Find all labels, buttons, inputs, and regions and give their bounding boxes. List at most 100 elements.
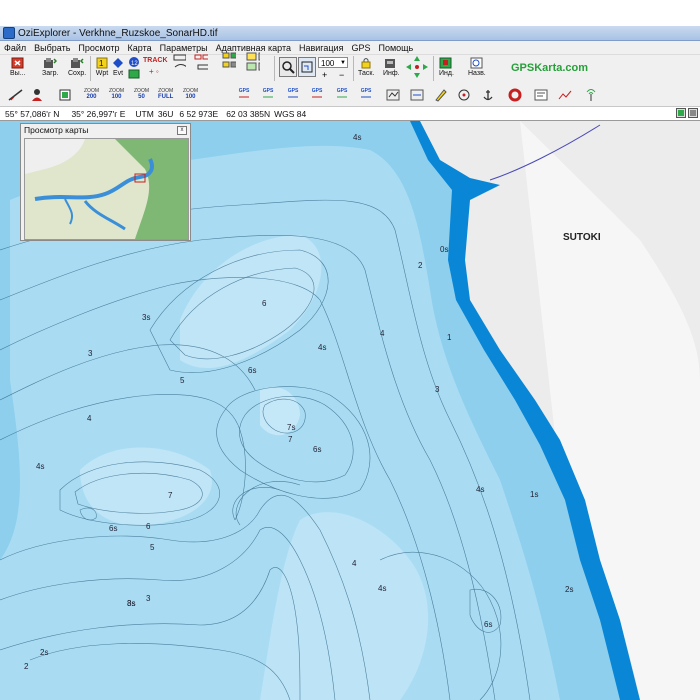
depth-label: 2 xyxy=(418,261,423,270)
depth-label: 6s xyxy=(484,620,492,629)
waypoint-label: Wpt xyxy=(95,70,109,77)
index-icon xyxy=(439,57,453,69)
menu-bar: Файл Выбрать Просмотр Карта Параметры Ад… xyxy=(0,41,700,54)
zoom-100-value: 100 xyxy=(111,94,122,100)
select-area-icon xyxy=(298,57,316,77)
draw-route-button[interactable] xyxy=(194,54,208,70)
save-button[interactable]: Сохр. xyxy=(68,57,86,78)
overview-window[interactable]: Просмотр карты x xyxy=(20,123,191,241)
event-button[interactable]: Evt xyxy=(111,57,125,78)
target-icon[interactable] xyxy=(458,89,470,104)
exit-label: Вы... xyxy=(10,70,26,77)
gps-button-1[interactable]: GPS xyxy=(238,88,250,100)
gps-button-6[interactable]: GPS xyxy=(360,88,372,100)
load-button[interactable]: Загр. xyxy=(42,57,59,78)
gps-button-2[interactable]: GPS xyxy=(262,88,274,100)
menu-view[interactable]: Просмотр xyxy=(74,43,123,53)
waypoints-list-button[interactable] xyxy=(222,52,236,69)
utm-zone: 36U xyxy=(157,108,174,119)
move-map-button[interactable] xyxy=(405,55,429,79)
menu-file[interactable]: Файл xyxy=(0,43,30,53)
depth-label: 4 xyxy=(380,329,385,338)
route-icon: 12 xyxy=(127,56,141,68)
toolbar-separator xyxy=(274,56,275,81)
measure-icon[interactable] xyxy=(8,88,24,105)
track-button[interactable]: TRACK + ◦ xyxy=(143,56,168,77)
names-icon xyxy=(470,57,484,69)
menu-help[interactable]: Помощь xyxy=(374,43,417,53)
menu-navigation[interactable]: Навигация xyxy=(295,43,347,53)
zoom-in-button[interactable]: + xyxy=(322,70,327,80)
menu-select[interactable]: Выбрать xyxy=(30,43,74,53)
calibrate-icon xyxy=(246,52,260,71)
depth-label: 6 xyxy=(262,299,267,308)
zoom-100-alt-button[interactable]: ZOOM 100 xyxy=(183,88,198,100)
gps-button-3[interactable]: GPS xyxy=(287,88,299,100)
info-label: Инф. xyxy=(383,70,400,77)
menu-gps[interactable]: GPS xyxy=(347,43,374,53)
zoom-select[interactable]: 100 ▼ xyxy=(318,57,348,68)
svg-text:12: 12 xyxy=(131,61,138,67)
depth-label: 1s xyxy=(530,490,538,499)
gps-button-4[interactable]: GPS xyxy=(311,88,323,100)
map-toggle-icon[interactable] xyxy=(676,108,686,121)
info-icon xyxy=(384,57,398,69)
longitude-readout: 35° 26,997'г E xyxy=(71,108,126,119)
chevron-down-icon: ▼ xyxy=(340,60,346,66)
map-window-icon[interactable] xyxy=(59,89,71,104)
depth-label: 7 xyxy=(168,491,173,500)
profile-graph-icon[interactable] xyxy=(558,89,572,104)
exit-button[interactable]: Вы... xyxy=(10,57,26,78)
zoom-50-button[interactable]: ZOOM 50 xyxy=(134,88,149,100)
magnify-button[interactable] xyxy=(279,57,297,77)
depth-label: 4s xyxy=(378,584,386,593)
pencil-icon[interactable] xyxy=(434,88,448,105)
names-button[interactable]: Назв. xyxy=(468,57,486,78)
signal-icon[interactable] xyxy=(584,88,598,105)
task-button[interactable]: Таск. xyxy=(358,57,374,78)
moving-map-icon[interactable] xyxy=(410,89,424,104)
zoom-100-button[interactable]: ZOOM 100 xyxy=(109,88,124,100)
top-margin xyxy=(0,0,700,26)
depth-label: 7 xyxy=(288,435,293,444)
arrows-icon xyxy=(405,55,429,79)
zoom-value: 100 xyxy=(321,59,335,68)
depth-label: 7s xyxy=(287,423,295,432)
depth-label: 4 xyxy=(352,559,357,568)
zoom-100-alt-value: 100 xyxy=(185,94,196,100)
gps-button-5[interactable]: GPS xyxy=(336,88,348,100)
depth-label: 6s xyxy=(313,445,321,454)
layer-toggle-icon[interactable] xyxy=(688,108,698,121)
menu-settings[interactable]: Параметры xyxy=(156,43,212,53)
overview-thumbnail xyxy=(25,139,188,239)
status-bar: 55° 57,086'г N 35° 26,997'г E UTM 36U 6 … xyxy=(0,107,700,121)
map-calibrate-button[interactable] xyxy=(246,52,260,71)
close-button[interactable]: x xyxy=(177,126,187,135)
lock-icon xyxy=(359,57,373,69)
overview-map[interactable] xyxy=(24,138,189,240)
zoom-200-button[interactable]: ZOOM 200 xyxy=(84,88,99,100)
menu-adaptive-map[interactable]: Адаптивная карта xyxy=(212,43,295,53)
select-area-button[interactable] xyxy=(298,57,316,77)
lifebuoy-icon[interactable] xyxy=(508,88,522,105)
person-icon[interactable] xyxy=(30,88,44,105)
depth-label: 1 xyxy=(447,333,452,342)
info-button[interactable]: Инф. xyxy=(383,57,400,78)
toolbar-separator xyxy=(433,56,434,81)
route-button[interactable]: 12 xyxy=(127,56,141,80)
svg-text:1: 1 xyxy=(99,59,104,68)
nmea-icon[interactable] xyxy=(386,89,400,104)
zoom-out-button[interactable]: − xyxy=(339,70,344,80)
depth-label: 6s xyxy=(248,366,256,375)
zoom-full-button[interactable]: ZOOM FULL xyxy=(158,88,173,100)
depth-label: 3s xyxy=(142,313,150,322)
index-button[interactable]: Инд. xyxy=(439,57,454,78)
depth-label: 4s xyxy=(318,343,326,352)
chart-window-icon[interactable] xyxy=(534,89,548,104)
event-icon xyxy=(111,57,125,69)
load-label: Загр. xyxy=(42,70,59,77)
draw-track-button[interactable] xyxy=(172,54,186,69)
waypoint-button[interactable]: 1 Wpt xyxy=(95,57,109,78)
menu-map[interactable]: Карта xyxy=(124,43,156,53)
anchor-icon[interactable] xyxy=(482,88,494,105)
